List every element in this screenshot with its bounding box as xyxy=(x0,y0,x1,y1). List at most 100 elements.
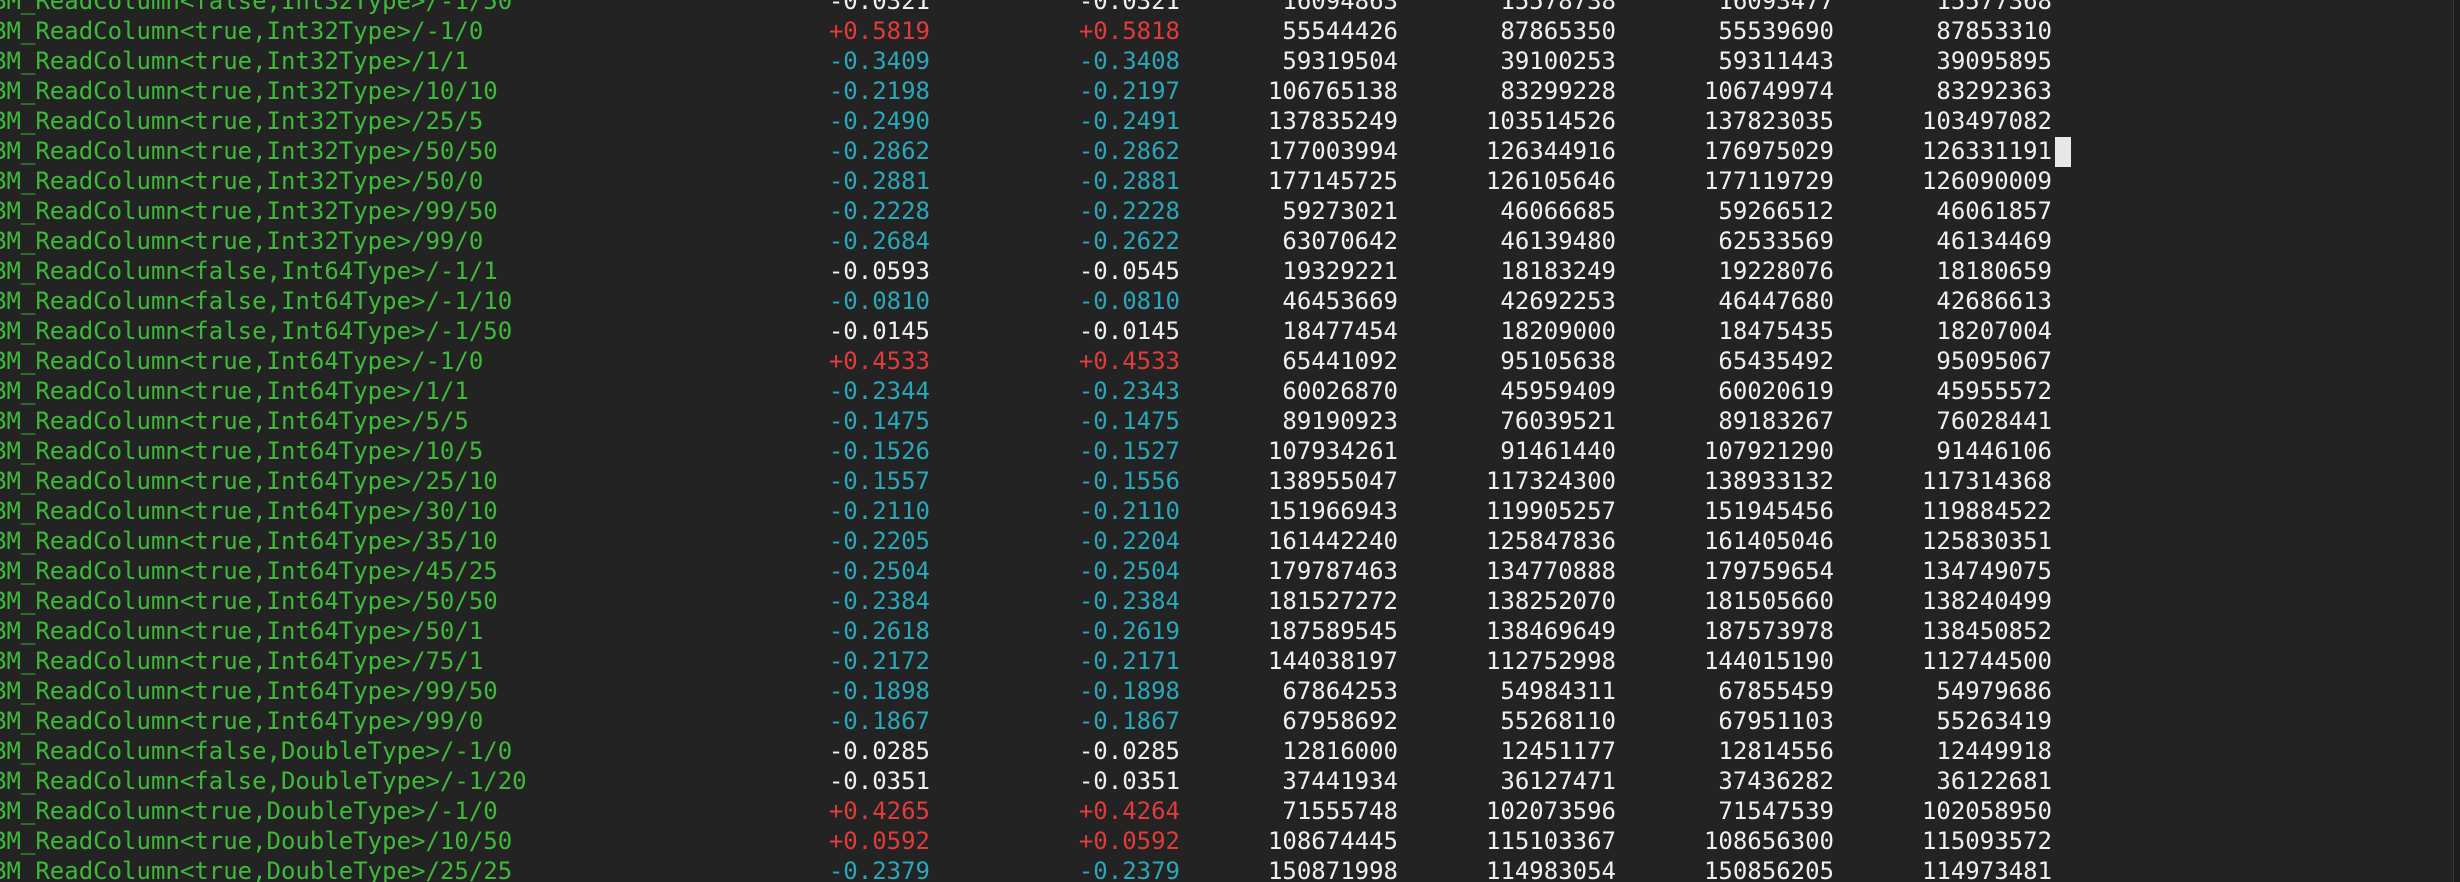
time-old: 138955047 xyxy=(1267,467,1398,495)
benchmark-name: BM_ReadColumn<true,Int64Type>/25/10 xyxy=(0,467,498,495)
time-delta: -0.1475 xyxy=(828,407,930,435)
time-new: 95105638 xyxy=(1500,347,1616,375)
time-delta: -0.2490 xyxy=(828,107,930,135)
benchmark-name: BM_ReadColumn<true,Int64Type>/10/5 xyxy=(0,437,484,465)
time-delta: -0.2881 xyxy=(828,167,930,195)
cpu-new: 117314368 xyxy=(1921,467,2052,495)
time-new: 18183249 xyxy=(1500,257,1616,285)
time-new: 46066685 xyxy=(1500,197,1616,225)
cpu-new: 134749075 xyxy=(1921,557,2052,585)
cpu-old: 161405046 xyxy=(1703,527,1834,555)
time-old: 177145725 xyxy=(1267,167,1398,195)
cpu-old: 179759654 xyxy=(1703,557,1834,585)
cpu-new: 18180659 xyxy=(1936,257,2052,285)
cpu-new: 126090009 xyxy=(1921,167,2052,195)
time-delta: -0.2172 xyxy=(828,647,930,675)
time-delta: -0.0285 xyxy=(828,737,930,765)
benchmark-name: BM_ReadColumn<true,Int64Type>/35/10 xyxy=(0,527,498,555)
time-old: 65441092 xyxy=(1282,347,1398,375)
table-row: BM_ReadColumn<true,Int64Type>/99/0 -0.186… xyxy=(0,706,2060,736)
time-delta: -0.2504 xyxy=(828,557,930,585)
time-delta: -0.0593 xyxy=(828,257,930,285)
cpu-old: 106749974 xyxy=(1703,77,1834,105)
time-new: 117324300 xyxy=(1485,467,1616,495)
time-old: 18477454 xyxy=(1282,317,1398,345)
cpu-new: 119884522 xyxy=(1921,497,2052,525)
time-old: 67864253 xyxy=(1282,677,1398,705)
text-cursor xyxy=(2055,137,2071,167)
benchmark-name: BM_ReadColumn<true,Int32Type>/50/0 xyxy=(0,167,484,195)
time-old: 19329221 xyxy=(1282,257,1398,285)
table-row: BM_ReadColumn<true,Int32Type>/25/5 -0.249… xyxy=(0,106,2060,136)
time-old: 107934261 xyxy=(1267,437,1398,465)
cpu-new: 83292363 xyxy=(1936,77,2052,105)
cpu-old: 137823035 xyxy=(1703,107,1834,135)
cpu-old: 150856205 xyxy=(1703,857,1834,882)
benchmark-name: BM_ReadColumn<true,Int32Type>/10/10 xyxy=(0,77,498,105)
time-delta: -0.1898 xyxy=(828,677,930,705)
time-new: 55268110 xyxy=(1500,707,1616,735)
time-new: 115103367 xyxy=(1485,827,1616,855)
benchmark-name: BM_ReadColumn<true,Int64Type>/1/1 xyxy=(0,377,469,405)
cpu-new: 18207004 xyxy=(1936,317,2052,345)
time-delta: -0.2228 xyxy=(828,197,930,225)
cpu-new: 87853310 xyxy=(1936,17,2052,45)
cpu-old: 55539690 xyxy=(1718,17,1834,45)
time-old: 151966943 xyxy=(1267,497,1398,525)
benchmark-name: BM_ReadColumn<true,Int32Type>/50/50 xyxy=(0,137,498,165)
scrollbar[interactable] xyxy=(2453,0,2460,882)
time-old: 179787463 xyxy=(1267,557,1398,585)
time-delta: -0.0145 xyxy=(828,317,930,345)
table-row: BM_ReadColumn<false,DoubleType>/-1/20 -0.… xyxy=(0,766,2060,796)
table-row: BM_ReadColumn<true,Int64Type>/50/1 -0.261… xyxy=(0,616,2060,646)
table-row: BM_ReadColumn<false,Int64Type>/-1/1 -0.05… xyxy=(0,256,2060,286)
cpu-new: 42686613 xyxy=(1936,287,2052,315)
table-row: BM_ReadColumn<true,Int64Type>/5/5 -0.1475… xyxy=(0,406,2060,436)
table-row: BM_ReadColumn<true,Int64Type>/10/5 -0.152… xyxy=(0,436,2060,466)
cpu-old: 46447680 xyxy=(1718,287,1834,315)
cpu-new: 126331191 xyxy=(1921,137,2052,165)
table-row: BM_ReadColumn<true,Int64Type>/-1/0 +0.453… xyxy=(0,346,2060,376)
cpu-delta: -0.2343 xyxy=(1078,377,1180,405)
time-new: 83299228 xyxy=(1500,77,1616,105)
terminal-output[interactable]: BM_ReadColumn<false,Int32Type>/-1/50 -0.0… xyxy=(0,0,2460,882)
table-row: BM_ReadColumn<false,Int32Type>/-1/50 -0.0… xyxy=(0,0,2060,16)
time-new: 112752998 xyxy=(1485,647,1616,675)
cpu-old: 144015190 xyxy=(1703,647,1834,675)
table-row: BM_ReadColumn<false,Int64Type>/-1/10 -0.0… xyxy=(0,286,2060,316)
time-delta: -0.2205 xyxy=(828,527,930,555)
time-old: 16094863 xyxy=(1282,0,1398,15)
table-row: BM_ReadColumn<true,Int32Type>/-1/0 +0.581… xyxy=(0,16,2060,46)
cpu-old: 177119729 xyxy=(1703,167,1834,195)
cpu-delta: -0.2228 xyxy=(1078,197,1180,225)
cpu-new: 95095067 xyxy=(1936,347,2052,375)
cpu-old: 37436282 xyxy=(1718,767,1834,795)
cpu-delta: -0.0285 xyxy=(1078,737,1180,765)
time-old: 37441934 xyxy=(1282,767,1398,795)
benchmark-name: BM_ReadColumn<true,Int64Type>/99/0 xyxy=(0,707,484,735)
time-new: 15578738 xyxy=(1500,0,1616,15)
table-row: BM_ReadColumn<true,Int64Type>/50/50 -0.23… xyxy=(0,586,2060,616)
cpu-delta: -0.0545 xyxy=(1078,257,1180,285)
cpu-old: 59266512 xyxy=(1718,197,1834,225)
benchmark-name: BM_ReadColumn<false,Int64Type>/-1/10 xyxy=(0,287,513,315)
time-delta: +0.5819 xyxy=(828,17,930,45)
cpu-old: 59311443 xyxy=(1718,47,1834,75)
cpu-delta: -0.1475 xyxy=(1078,407,1180,435)
cpu-delta: -0.0351 xyxy=(1078,767,1180,795)
cpu-new: 39095895 xyxy=(1936,47,2052,75)
cpu-delta: -0.0810 xyxy=(1078,287,1180,315)
cpu-new: 114973481 xyxy=(1921,857,2052,882)
benchmark-name: BM_ReadColumn<true,Int64Type>/-1/0 xyxy=(0,347,484,375)
time-old: 12816000 xyxy=(1282,737,1398,765)
table-row: BM_ReadColumn<true,Int64Type>/45/25 -0.25… xyxy=(0,556,2060,586)
cpu-new: 36122681 xyxy=(1936,767,2052,795)
cpu-new: 76028441 xyxy=(1936,407,2052,435)
table-row: BM_ReadColumn<true,Int32Type>/10/10 -0.21… xyxy=(0,76,2060,106)
table-row: BM_ReadColumn<true,DoubleType>/-1/0 +0.42… xyxy=(0,796,2060,826)
time-delta: -0.0321 xyxy=(828,0,930,15)
time-delta: -0.2384 xyxy=(828,587,930,615)
cpu-new: 46061857 xyxy=(1936,197,2052,225)
time-old: 187589545 xyxy=(1267,617,1398,645)
time-new: 134770888 xyxy=(1485,557,1616,585)
